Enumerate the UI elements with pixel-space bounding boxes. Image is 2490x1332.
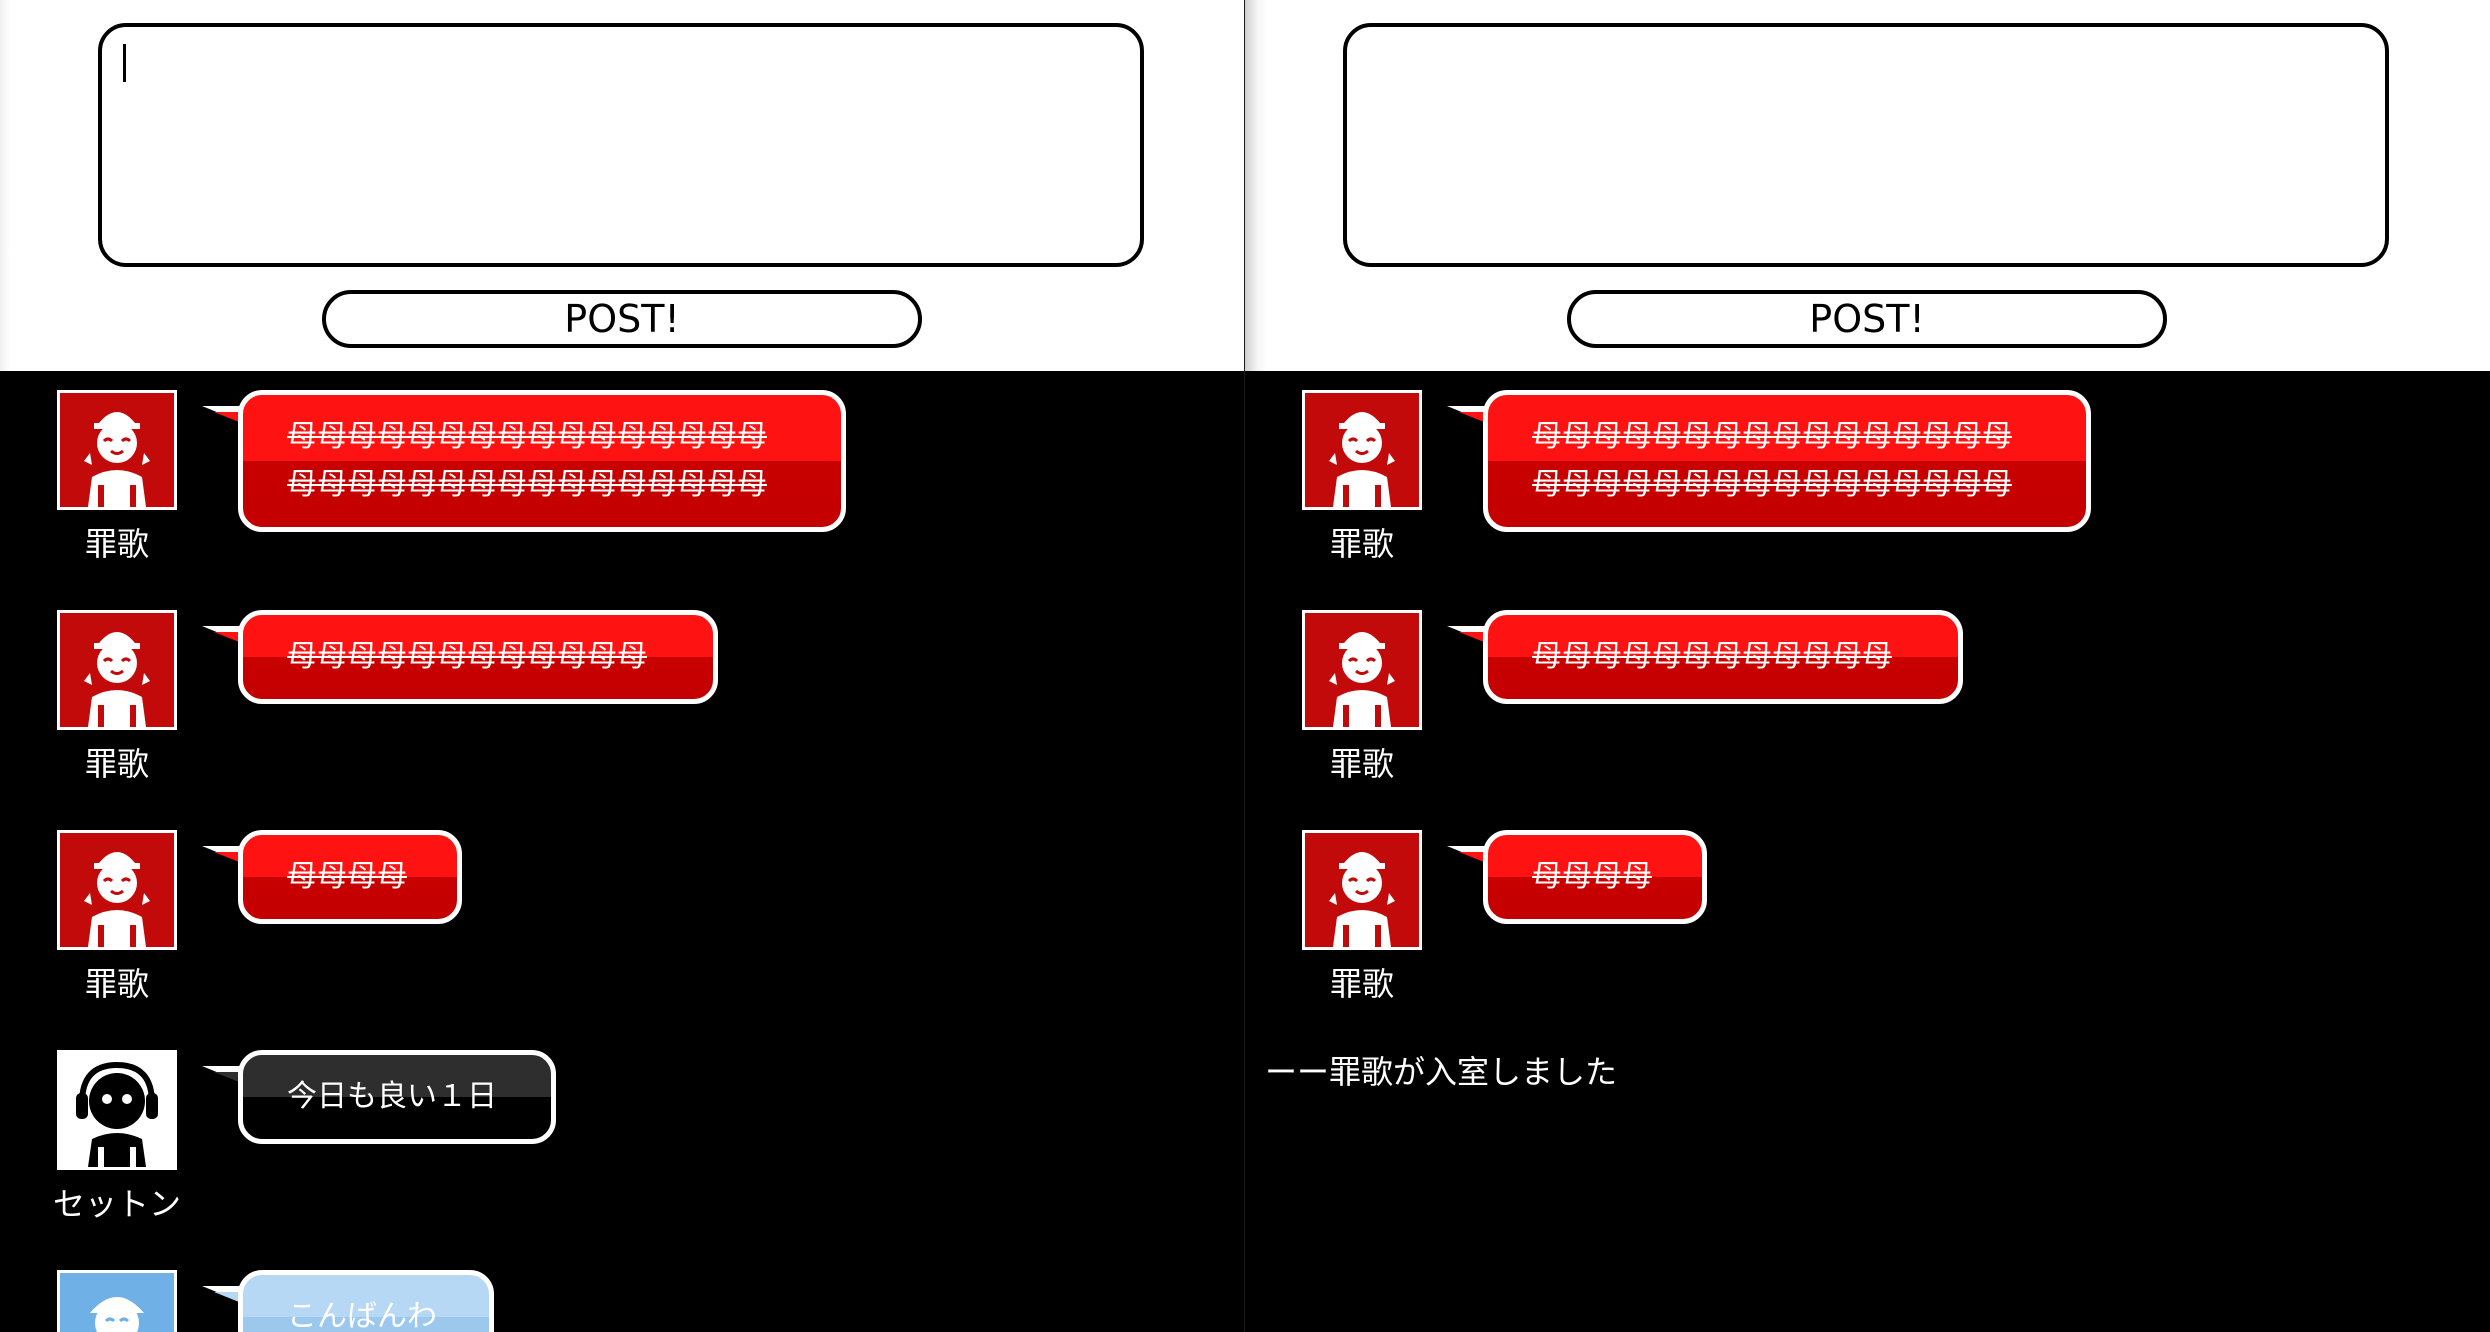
- girl-avatar-icon: [57, 830, 177, 950]
- girl-avatar-icon: [57, 610, 177, 730]
- message-bubble: 母母母母母母母母母母母母母母母母 母母母母母母母母母母母母母母母母: [238, 390, 846, 532]
- username: セットン: [52, 1185, 181, 1223]
- message-text: こんばんわ: [287, 1299, 437, 1332]
- composer: POST!: [1245, 0, 2490, 371]
- boy-avatar-icon: [57, 1270, 177, 1332]
- post-button[interactable]: POST!: [322, 290, 922, 348]
- message-bubble: こんばんわ: [238, 1270, 494, 1332]
- chat-panel-left: POST! 罪歌 母母母母母母母母母母母母母母母母 母母母母母母母母母母母母母母…: [0, 0, 1245, 1332]
- message-input[interactable]: [1343, 23, 2389, 267]
- message-text: 母母母母母母母母母母母母: [287, 639, 647, 674]
- username: 罪歌: [84, 525, 149, 563]
- composer: POST!: [0, 0, 1245, 371]
- message-bubble: 母母母母母母母母母母母母: [238, 610, 718, 704]
- message-text: 母母母母母母母母母母母母母母母母 母母母母母母母母母母母母母母母母: [287, 419, 767, 502]
- username: 罪歌: [84, 745, 149, 783]
- message-bubble: 今日も良い１日: [238, 1050, 556, 1144]
- girl-avatar-icon: [1302, 610, 1422, 730]
- username: 罪歌: [84, 965, 149, 1003]
- post-button[interactable]: POST!: [1567, 290, 2167, 348]
- girl-avatar-icon: [57, 390, 177, 510]
- system-message: ーー罪歌が入室しました: [1265, 1053, 1618, 1091]
- girl-avatar-icon: [1302, 390, 1422, 510]
- message-text: 母母母母: [1532, 859, 1652, 894]
- chat-panel-right: POST! 罪歌 母母母母母母母母母母母母母母母母 母母母母母母母母母母母母母母…: [1245, 0, 2490, 1332]
- message-input[interactable]: [98, 23, 1144, 267]
- headphones-avatar-icon: [57, 1050, 177, 1170]
- username: 罪歌: [1329, 965, 1394, 1003]
- message-bubble: 母母母母母母母母母母母母母母母母 母母母母母母母母母母母母母母母母: [1483, 390, 2091, 532]
- message-bubble: 母母母母: [1483, 830, 1707, 924]
- username: 罪歌: [1329, 525, 1394, 563]
- text-caret: [123, 44, 126, 82]
- message-text: 今日も良い１日: [287, 1079, 497, 1114]
- message-bubble: 母母母母: [238, 830, 462, 924]
- message-text: 母母母母: [287, 859, 407, 894]
- message-text: 母母母母母母母母母母母母母母母母 母母母母母母母母母母母母母母母母: [1532, 419, 2012, 502]
- message-bubble: 母母母母母母母母母母母母: [1483, 610, 1963, 704]
- girl-avatar-icon: [1302, 830, 1422, 950]
- username: 罪歌: [1329, 745, 1394, 783]
- message-text: 母母母母母母母母母母母母: [1532, 639, 1892, 674]
